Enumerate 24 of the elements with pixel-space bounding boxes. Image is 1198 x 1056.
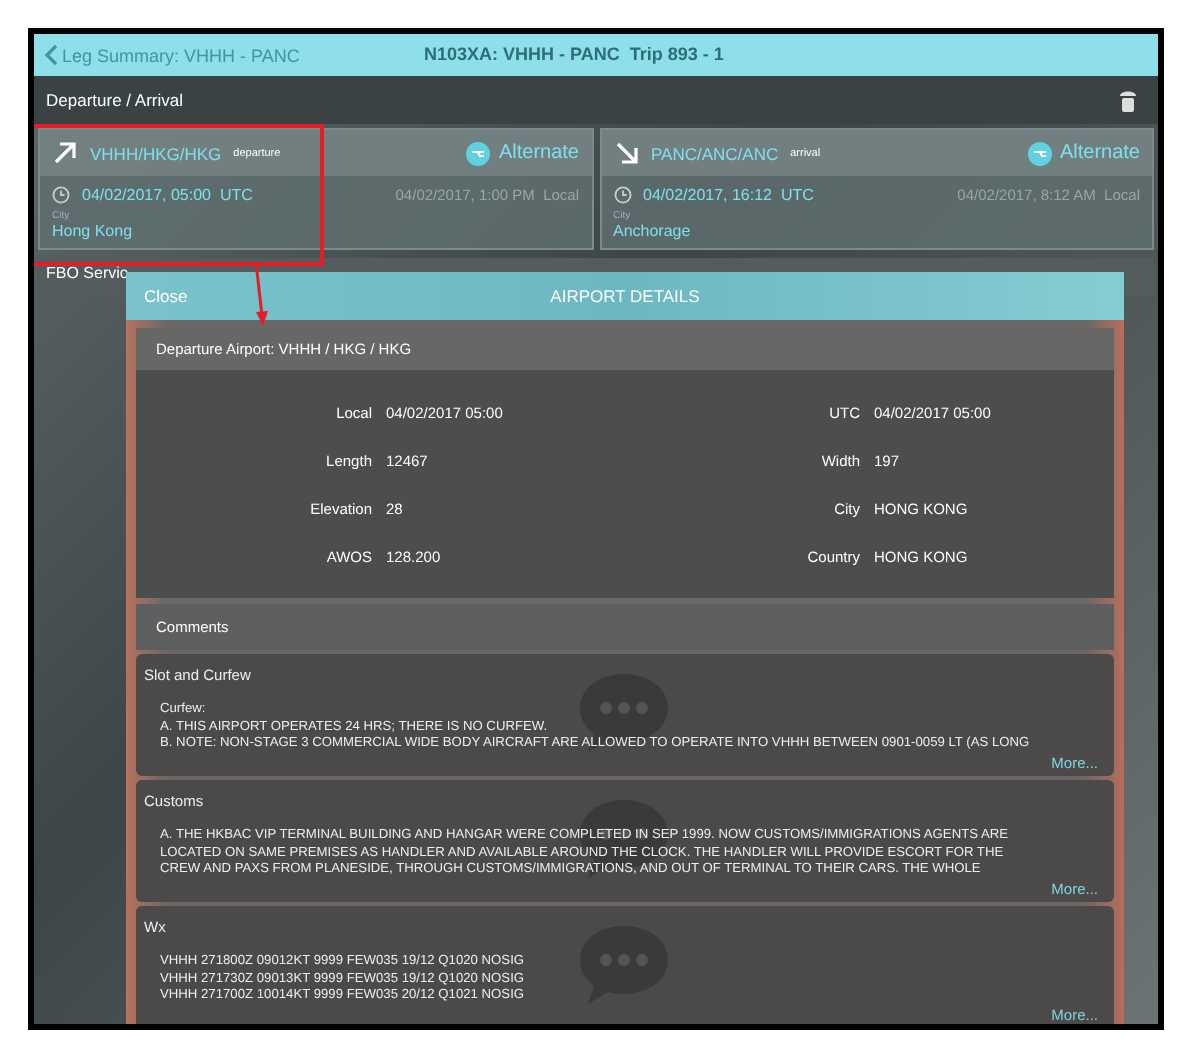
window-title: N103XA: VHHH - PANC Trip 893 - 1 bbox=[424, 44, 724, 64]
alternate-button[interactable]: Alternate bbox=[466, 141, 579, 165]
arrival-arrow-icon bbox=[613, 140, 639, 166]
chat-bubble-icon bbox=[576, 922, 672, 1006]
airport-codes: PANC/ANC/ANC bbox=[651, 143, 779, 163]
airport-codes: VHHH/HKG/HKG bbox=[90, 143, 222, 163]
section-title: FBO Servic bbox=[46, 264, 128, 282]
callout-arrow bbox=[250, 262, 274, 326]
clock-icon bbox=[52, 186, 70, 204]
utc-time: 04/02/2017, 05:00 UTC bbox=[82, 186, 253, 204]
alternate-icon bbox=[466, 141, 491, 165]
section-title: Departure / Arrival bbox=[46, 90, 183, 110]
alternate-icon bbox=[1027, 141, 1052, 165]
alternate-button[interactable]: Alternate bbox=[1027, 141, 1140, 165]
departure-arrow-icon bbox=[52, 140, 78, 166]
chat-bubble-icon bbox=[576, 670, 672, 754]
trash-icon[interactable] bbox=[1118, 88, 1138, 112]
city-name: Anchorage bbox=[611, 222, 693, 244]
city-name: Hong Kong bbox=[50, 222, 135, 244]
clock-icon bbox=[613, 186, 631, 204]
back-chevron-icon bbox=[44, 44, 58, 66]
dialog-title: AIRPORT DETAILS bbox=[550, 286, 700, 306]
back-button[interactable]: Leg Summary: VHHH - PANC bbox=[34, 44, 300, 66]
utc-time: 04/02/2017, 16:12 UTC bbox=[643, 186, 814, 204]
